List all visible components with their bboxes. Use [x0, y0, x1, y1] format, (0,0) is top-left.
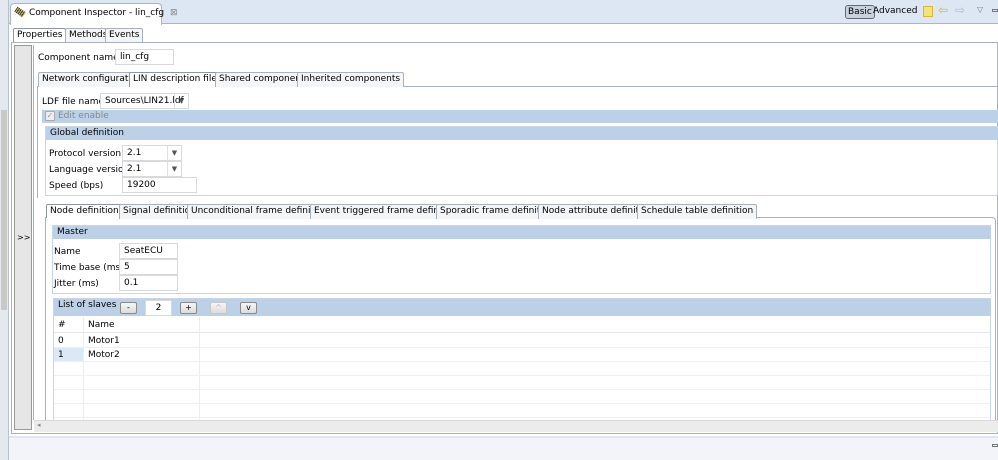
- ldf-file-combo[interactable]: Sources\LIN21.ldf ▼: [100, 93, 189, 109]
- empty-row: [54, 404, 990, 418]
- chevron-down-icon: ▼: [167, 162, 181, 176]
- time-base-label: Time base (ms): [54, 263, 124, 273]
- view-menu-icon[interactable]: ▽: [977, 5, 983, 14]
- row-index: 1: [58, 350, 64, 360]
- bottom-panel: [9, 436, 998, 460]
- jitter-input[interactable]: 0.1: [119, 275, 178, 291]
- minimize-icon[interactable]: [992, 9, 998, 12]
- remove-slave-button[interactable]: -: [120, 302, 137, 314]
- column-header-index[interactable]: #: [58, 320, 66, 330]
- close-icon[interactable]: ⊠: [170, 8, 178, 18]
- slaves-title: List of slaves: [58, 300, 117, 310]
- protocol-version-combo[interactable]: 2.1 ▼: [122, 145, 182, 161]
- empty-row: [54, 376, 990, 390]
- tab-inherited-components[interactable]: Inherited components: [297, 72, 405, 87]
- chevron-down-icon: ▼: [167, 146, 181, 160]
- speed-input[interactable]: 19200: [122, 177, 197, 193]
- note-icon[interactable]: [923, 6, 933, 17]
- tab-properties[interactable]: Properties: [13, 28, 67, 43]
- tab-events[interactable]: Events: [105, 28, 144, 43]
- move-up-button[interactable]: ^: [210, 302, 227, 314]
- language-version-value: 2.1: [127, 164, 142, 174]
- table-row[interactable]: 1 Motor2: [54, 348, 990, 362]
- bottom-minimize-icon[interactable]: [992, 444, 998, 447]
- language-version-combo[interactable]: 2.1 ▼: [122, 161, 182, 177]
- master-name-label: Name: [54, 247, 81, 257]
- component-name-input[interactable]: lin_cfg: [115, 49, 174, 65]
- advanced-mode-button[interactable]: Advanced: [873, 6, 917, 16]
- tab-node-definition[interactable]: Node definition: [46, 204, 123, 218]
- edit-enable-checkbox[interactable]: ✓: [45, 111, 55, 121]
- table-header: # Name: [54, 317, 990, 333]
- speed-label: Speed (bps): [49, 181, 104, 191]
- language-version-label: Language version: [49, 165, 130, 175]
- move-down-button[interactable]: v: [240, 302, 257, 314]
- component-name-label: Component name: [38, 53, 119, 63]
- protocol-version-value: 2.1: [127, 148, 142, 158]
- time-base-input[interactable]: 5: [119, 259, 178, 275]
- expand-button[interactable]: >>: [17, 233, 30, 242]
- master-name-input[interactable]: SeatECU: [119, 243, 178, 259]
- tab-lin-description-file[interactable]: LIN description file: [129, 72, 221, 87]
- chevron-down-icon: ▼: [174, 94, 188, 108]
- row-name[interactable]: Motor2: [88, 350, 120, 360]
- table-row[interactable]: 0 Motor1: [54, 334, 990, 348]
- view-tab[interactable]: Component Inspector - lin_cfg ⊠: [10, 3, 178, 25]
- ldf-file-label: LDF file name: [42, 97, 105, 107]
- horizontal-scrollbar[interactable]: ◂: [34, 420, 998, 432]
- empty-row: [54, 390, 990, 404]
- edit-enable-label: Edit enable: [58, 111, 109, 121]
- back-arrow-icon[interactable]: ⇦: [938, 3, 948, 17]
- ldf-file-value: Sources\LIN21.ldf: [105, 96, 184, 106]
- slave-count-input[interactable]: 2: [145, 300, 172, 316]
- protocol-version-label: Protocol version: [49, 149, 122, 159]
- empty-row: [54, 362, 990, 376]
- jitter-label: Jitter (ms): [54, 279, 99, 289]
- global-definition-title: Global definition: [46, 127, 998, 140]
- tab-schedule-table-definition[interactable]: Schedule table definition: [637, 204, 758, 219]
- component-icon: [14, 6, 26, 18]
- master-title: Master: [53, 226, 991, 239]
- column-header-name[interactable]: Name: [88, 320, 115, 330]
- basic-mode-button[interactable]: Basic: [845, 5, 875, 19]
- forward-arrow-icon[interactable]: ⇨: [955, 3, 965, 17]
- left-edge-scroll[interactable]: [1, 110, 7, 310]
- add-slave-button[interactable]: +: [180, 302, 197, 314]
- row-index: 0: [58, 336, 64, 346]
- edit-enable-bar: [42, 110, 998, 123]
- view-title: Component Inspector - lin_cfg: [29, 8, 165, 18]
- scroll-left-icon[interactable]: ◂: [37, 421, 41, 429]
- row-name[interactable]: Motor1: [88, 336, 120, 346]
